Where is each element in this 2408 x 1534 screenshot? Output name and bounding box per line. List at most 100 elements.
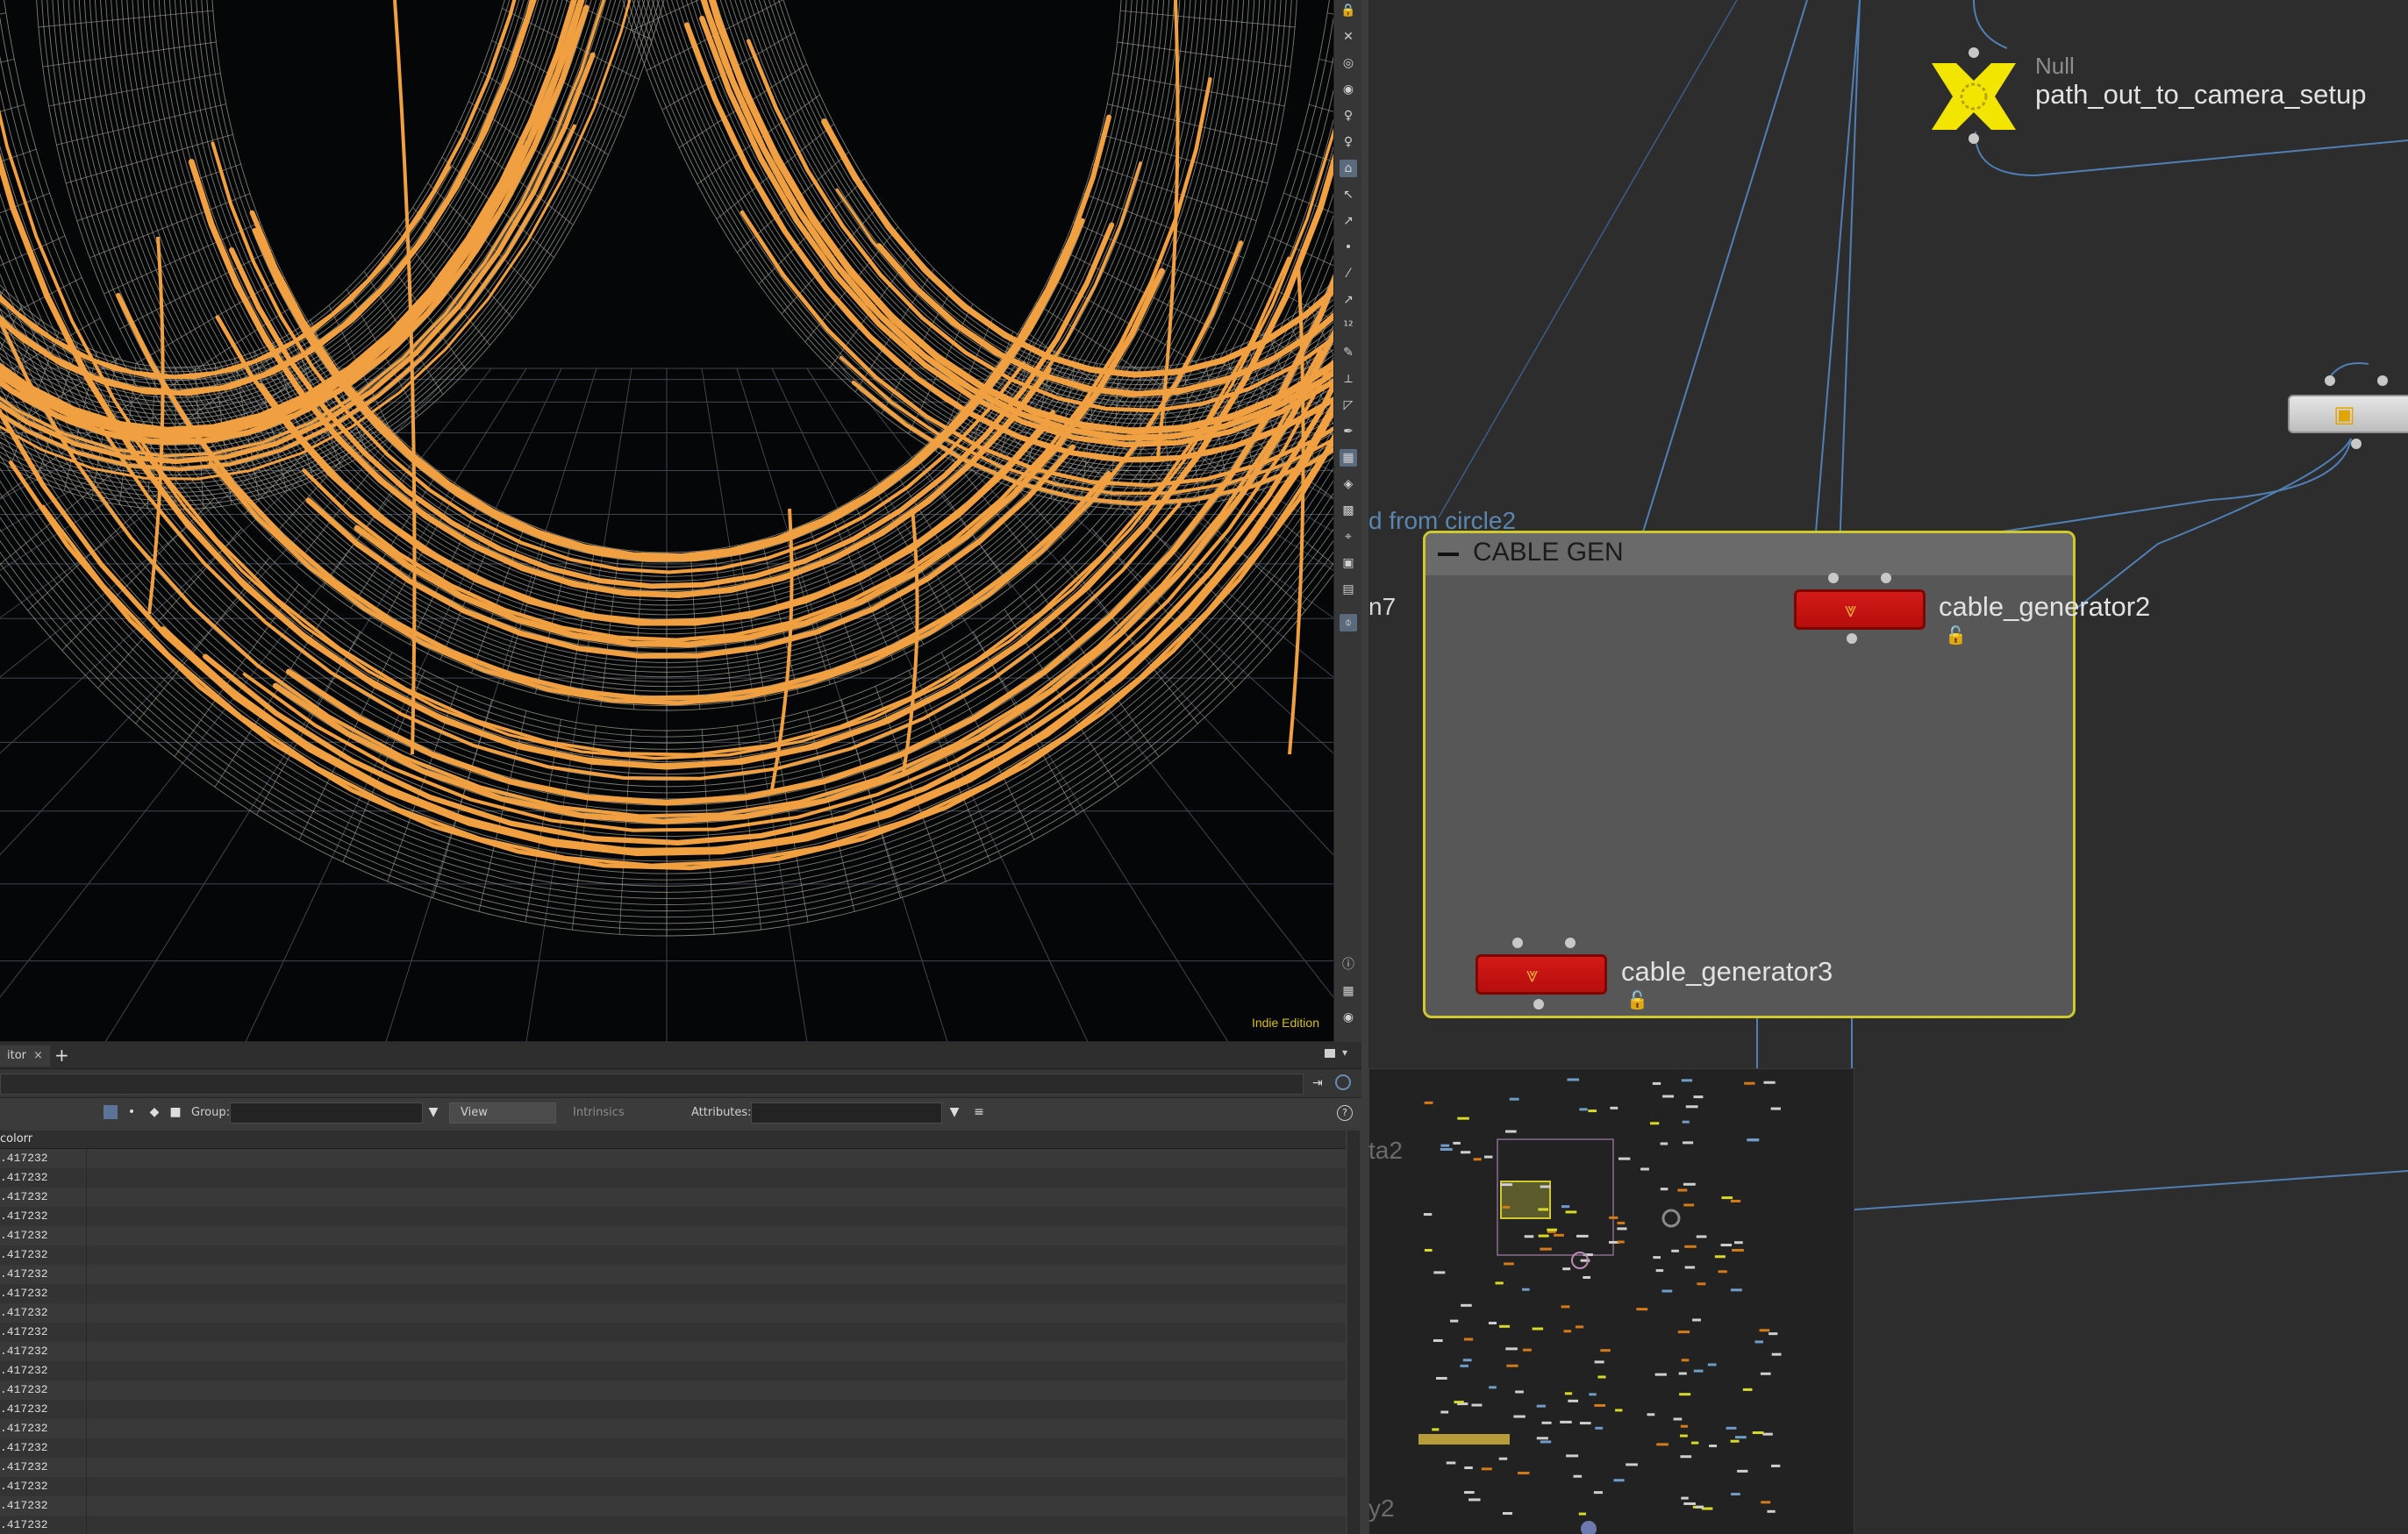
edge-icon[interactable]: ⁄ xyxy=(1340,265,1357,282)
help-icon[interactable]: ? xyxy=(1337,1105,1353,1121)
spreadsheet-toolbar: • ◆ ■ Group: ▼ View Intrinsics Attribute… xyxy=(0,1098,1361,1128)
network-editor[interactable]: Null path_out_to_camera_setup d from cir… xyxy=(1368,0,2408,1534)
input-port[interactable] xyxy=(1565,938,1576,948)
wireframe-icon[interactable]: ▦ xyxy=(1340,449,1357,467)
intrinsics-dropdown[interactable]: Intrinsics xyxy=(561,1102,693,1124)
select-icon[interactable]: ↖ xyxy=(1340,186,1357,203)
vertical-scrollbar[interactable] xyxy=(1347,1131,1360,1534)
geometry-node[interactable]: ▣ xyxy=(2288,395,2408,433)
pin-icon[interactable]: ⌽ xyxy=(1340,614,1357,631)
attributes-label: Attributes: xyxy=(691,1106,752,1119)
input-port[interactable] xyxy=(2325,375,2335,386)
tab-geometry-spreadsheet[interactable]: itor × xyxy=(0,1045,50,1067)
light-icon-2[interactable]: ♀ xyxy=(1340,107,1357,125)
table-row[interactable]: .417232 xyxy=(0,1323,1346,1342)
table-row[interactable]: .417232 xyxy=(0,1477,1346,1496)
table-row[interactable]: .417232 xyxy=(0,1168,1346,1188)
pane-menu-icon[interactable] xyxy=(1325,1049,1335,1058)
brush-icon[interactable]: ⟂ xyxy=(1340,370,1357,388)
filter-icon[interactable]: ▼ xyxy=(426,1105,440,1119)
output-port[interactable] xyxy=(1533,999,1544,1010)
collapse-icon[interactable] xyxy=(1438,553,1459,556)
table-row[interactable]: .417232 xyxy=(0,1381,1346,1400)
null-node-label[interactable]: path_out_to_camera_setup xyxy=(2035,79,2366,111)
table-row[interactable]: .417232 xyxy=(0,1303,1346,1323)
camera-icon[interactable]: ⌂ xyxy=(1340,160,1357,177)
table-row[interactable]: .417232 xyxy=(0,1265,1346,1284)
close-icon[interactable]: ✕ xyxy=(1340,28,1357,46)
number-icon[interactable]: ¹² xyxy=(1340,318,1357,335)
eye-icon[interactable]: ◉ xyxy=(1340,1009,1357,1026)
input-port[interactable] xyxy=(1881,573,1891,583)
unlock-icon[interactable]: 🔓 xyxy=(1945,624,1967,646)
grid-icon[interactable]: ▦ xyxy=(1340,982,1357,1000)
columns-icon[interactable]: ≡ xyxy=(972,1105,986,1119)
light-icon-3[interactable]: ♀ xyxy=(1340,133,1357,151)
points-mode-icon[interactable] xyxy=(104,1105,118,1119)
tool-icon[interactable]: ⌖ xyxy=(1340,528,1357,546)
unlock-icon[interactable]: 🔓 xyxy=(1626,989,1648,1010)
cable-generator2-label[interactable]: cable_generator2 xyxy=(1939,591,2150,623)
table-row[interactable]: .417232 xyxy=(0,1400,1346,1419)
scene-viewport[interactable]: Indie Edition xyxy=(0,0,1333,1042)
transform-icon[interactable]: ↗ xyxy=(1340,212,1357,230)
point-icon[interactable]: • xyxy=(1340,239,1357,256)
paint-icon[interactable]: ✎ xyxy=(1340,344,1357,361)
input-port[interactable] xyxy=(1969,47,1979,58)
info-icon[interactable]: ⓘ xyxy=(1340,956,1357,974)
render-icon[interactable]: ▤ xyxy=(1340,581,1357,598)
shaded-icon[interactable]: ◈ xyxy=(1340,475,1357,493)
table-row[interactable]: .417232 xyxy=(0,1149,1346,1168)
input-port[interactable] xyxy=(1828,573,1839,583)
table-row[interactable]: .417232 xyxy=(0,1188,1346,1207)
group-field[interactable] xyxy=(230,1102,423,1124)
link-icon[interactable] xyxy=(1335,1074,1351,1090)
table-row[interactable]: .417232 xyxy=(0,1496,1346,1516)
vertices-mode-icon[interactable]: • xyxy=(125,1105,139,1119)
null-node[interactable] xyxy=(1925,54,2023,139)
cable-generator3-node[interactable]: ⩔ xyxy=(1476,954,1607,995)
table-row[interactable]: .417232 xyxy=(0,1361,1346,1381)
table-row[interactable]: .417232 xyxy=(0,1438,1346,1458)
column-header[interactable]: colorr xyxy=(0,1131,1346,1149)
input-port[interactable] xyxy=(1512,938,1523,948)
cable-generator2-node[interactable]: ⩔ xyxy=(1794,589,1926,630)
lock-icon[interactable]: 🔒 xyxy=(1340,2,1357,19)
network-box-header[interactable]: CABLE GEN xyxy=(1426,533,2073,575)
add-tab-button[interactable]: + xyxy=(54,1045,69,1065)
output-port[interactable] xyxy=(2351,439,2362,449)
table-row[interactable]: .417232 xyxy=(0,1516,1346,1534)
texture-icon[interactable]: ▩ xyxy=(1340,502,1357,519)
minimap-node xyxy=(1714,1255,1726,1259)
table-row[interactable]: .417232 xyxy=(0,1419,1346,1438)
network-overview-panel[interactable] xyxy=(1368,1068,1854,1534)
pen-icon[interactable]: ✒ xyxy=(1340,423,1357,440)
table-row[interactable]: .417232 xyxy=(0,1458,1346,1477)
table-row[interactable]: .417232 xyxy=(0,1342,1346,1361)
minimap-node xyxy=(1462,1359,1472,1362)
ruler-icon[interactable]: ◸ xyxy=(1340,396,1357,414)
chevron-down-icon[interactable]: ▾ xyxy=(1342,1046,1347,1059)
light-icon[interactable]: ◉ xyxy=(1340,81,1357,98)
tab-close-icon[interactable]: × xyxy=(33,1049,43,1062)
table-row[interactable]: .417232 xyxy=(0,1245,1346,1265)
view-dropdown[interactable]: View xyxy=(449,1102,556,1124)
sphere-icon[interactable]: ◎ xyxy=(1340,54,1357,72)
node-path-field[interactable] xyxy=(0,1074,1304,1095)
pin-icon[interactable]: ⇥ xyxy=(1312,1076,1323,1090)
attribute-filter-icon[interactable]: ▼ xyxy=(947,1105,961,1119)
attributes-field[interactable] xyxy=(751,1102,942,1124)
detail-mode-icon[interactable]: ■ xyxy=(168,1105,182,1119)
primitives-mode-icon[interactable]: ◆ xyxy=(147,1105,161,1119)
table-row[interactable]: .417232 xyxy=(0,1207,1346,1226)
output-port[interactable] xyxy=(1847,633,1857,644)
snapshot-icon[interactable]: ▣ xyxy=(1340,554,1357,572)
table-row[interactable]: .417232 xyxy=(0,1226,1346,1245)
pane-divider[interactable] xyxy=(1361,0,1368,1534)
cable-generator3-label[interactable]: cable_generator3 xyxy=(1621,956,1833,988)
table-row[interactable]: .417232 xyxy=(0,1284,1346,1303)
column-header-colorr[interactable]: colorr xyxy=(0,1131,32,1148)
input-port[interactable] xyxy=(2377,375,2388,386)
output-port[interactable] xyxy=(1969,133,1979,144)
primitive-icon[interactable]: ↗ xyxy=(1340,291,1357,309)
